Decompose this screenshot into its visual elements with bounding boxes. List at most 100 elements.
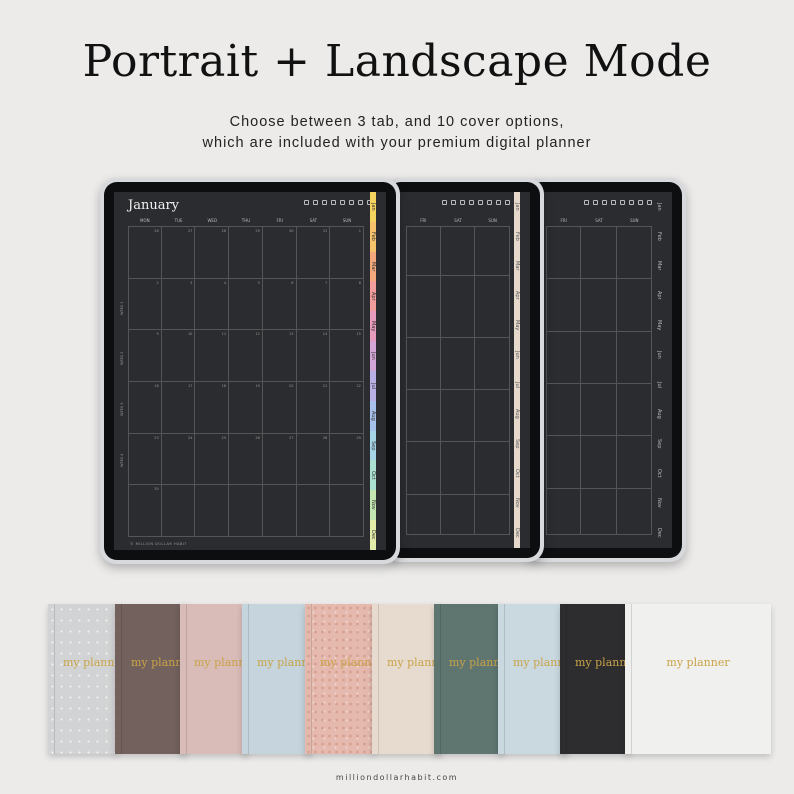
day-cell[interactable]: 14 [297,330,331,381]
settings-icon[interactable] [331,200,336,205]
nav-icon[interactable] [451,200,456,205]
month-tab[interactable]: May [656,310,662,341]
nav-icon[interactable] [469,200,474,205]
day-cell[interactable] [441,442,476,494]
day-cell[interactable]: 18 [195,381,230,433]
planner-cover[interactable]: my planner [498,604,568,754]
nav-icon[interactable] [611,200,616,205]
day-cell[interactable]: 27 [162,227,196,278]
day-cell[interactable] [617,488,652,534]
day-cell[interactable]: 16 [128,381,162,433]
day-cell[interactable]: 22 [330,381,364,433]
month-tab[interactable]: Nov [514,488,520,519]
nav-icon[interactable] [638,200,643,205]
month-tab[interactable]: Mar [370,251,376,282]
day-cell[interactable]: 1 [330,227,364,278]
day-cell[interactable]: 17 [162,381,196,433]
day-cell[interactable]: 21 [297,381,331,433]
month-tab[interactable]: Feb [656,221,662,252]
month-tab[interactable]: Nov [370,490,376,520]
day-cell[interactable]: 3 [162,278,196,330]
day-cell[interactable]: 29 [229,227,263,278]
month-tab[interactable]: Sep [514,429,520,459]
month-tab[interactable]: Nov [656,488,662,519]
day-cell[interactable] [617,279,652,331]
day-cell[interactable] [581,488,617,534]
nav-icon[interactable] [620,200,625,205]
planner-cover[interactable]: my planner [305,604,375,754]
month-tab[interactable]: Oct [514,458,520,489]
target-icon[interactable] [322,200,327,205]
nav-icon[interactable] [505,200,510,205]
planner-cover[interactable]: my planner [115,604,187,754]
month-tab[interactable]: Jul [656,369,662,400]
month-tab[interactable]: Oct [656,458,662,489]
day-cell[interactable]: 11 [195,330,230,381]
day-cell[interactable]: 25 [195,433,230,485]
day-cell[interactable] [406,390,441,442]
day-cell[interactable]: 28 [297,433,331,485]
month-tab[interactable]: Jan [656,192,662,222]
day-cell[interactable]: 15 [330,330,364,381]
planner-cover[interactable]: my planner [372,604,442,754]
month-tab[interactable]: Dec [370,519,376,550]
day-cell[interactable]: 30 [128,485,162,536]
day-cell[interactable] [546,436,582,488]
nav-icon[interactable] [442,200,447,205]
planner-cover[interactable]: my planner [625,604,771,754]
month-tab[interactable]: Dec [656,518,662,548]
day-cell[interactable] [441,390,476,442]
day-cell[interactable] [406,227,441,276]
calendar-icon[interactable] [358,200,363,205]
day-cell[interactable] [441,227,476,276]
planner-cover[interactable]: my planner [242,604,312,754]
day-cell[interactable] [406,276,441,337]
month-tab[interactable]: Sep [370,430,376,461]
website-url[interactable]: milliondollarhabit.com [0,773,794,782]
month-tab[interactable]: Mar [656,251,662,281]
day-cell[interactable]: 24 [162,433,196,485]
month-tab[interactable]: Sep [656,429,662,459]
month-tab[interactable]: Jul [514,369,520,400]
day-cell[interactable]: 2 [128,278,162,330]
month-tab[interactable]: Jul [370,370,376,401]
day-cell[interactable] [330,485,364,536]
planner-cover[interactable]: my planner [560,604,630,754]
day-cell[interactable] [475,390,510,442]
day-cell[interactable] [441,494,476,534]
day-cell[interactable] [441,276,476,337]
nav-icon[interactable] [460,200,465,205]
day-cell[interactable]: 5 [229,278,263,330]
planner-cover[interactable]: my planner [434,604,504,754]
note-icon[interactable] [340,200,345,205]
day-cell[interactable] [581,279,617,331]
day-cell[interactable] [441,337,476,390]
day-cell[interactable] [406,494,441,534]
day-cell[interactable] [617,436,652,488]
day-cell[interactable]: 7 [297,278,331,330]
day-cell[interactable]: 20 [263,381,297,433]
month-tab[interactable]: Aug [514,399,520,430]
month-tab[interactable]: May [514,310,520,341]
month-tab[interactable]: Aug [370,400,376,431]
day-cell[interactable]: 26 [128,227,162,278]
link-icon[interactable] [313,200,318,205]
day-cell[interactable]: 29 [330,433,364,485]
day-cell[interactable] [263,485,297,536]
day-cell[interactable] [195,485,230,536]
day-cell[interactable]: 27 [263,433,297,485]
day-cell[interactable] [581,383,617,436]
day-cell[interactable]: 4 [195,278,230,330]
nav-icon[interactable] [602,200,607,205]
day-cell[interactable] [546,331,582,383]
month-tab[interactable]: Dec [514,518,520,548]
day-cell[interactable] [406,442,441,494]
day-cell[interactable] [581,331,617,383]
day-cell[interactable] [475,337,510,390]
month-tab[interactable]: Jan [514,192,520,222]
nav-icon[interactable] [584,200,589,205]
month-tab[interactable]: Jun [514,340,520,370]
day-cell[interactable] [297,485,331,536]
day-cell[interactable]: 23 [128,433,162,485]
month-tab[interactable]: Mar [514,251,520,281]
